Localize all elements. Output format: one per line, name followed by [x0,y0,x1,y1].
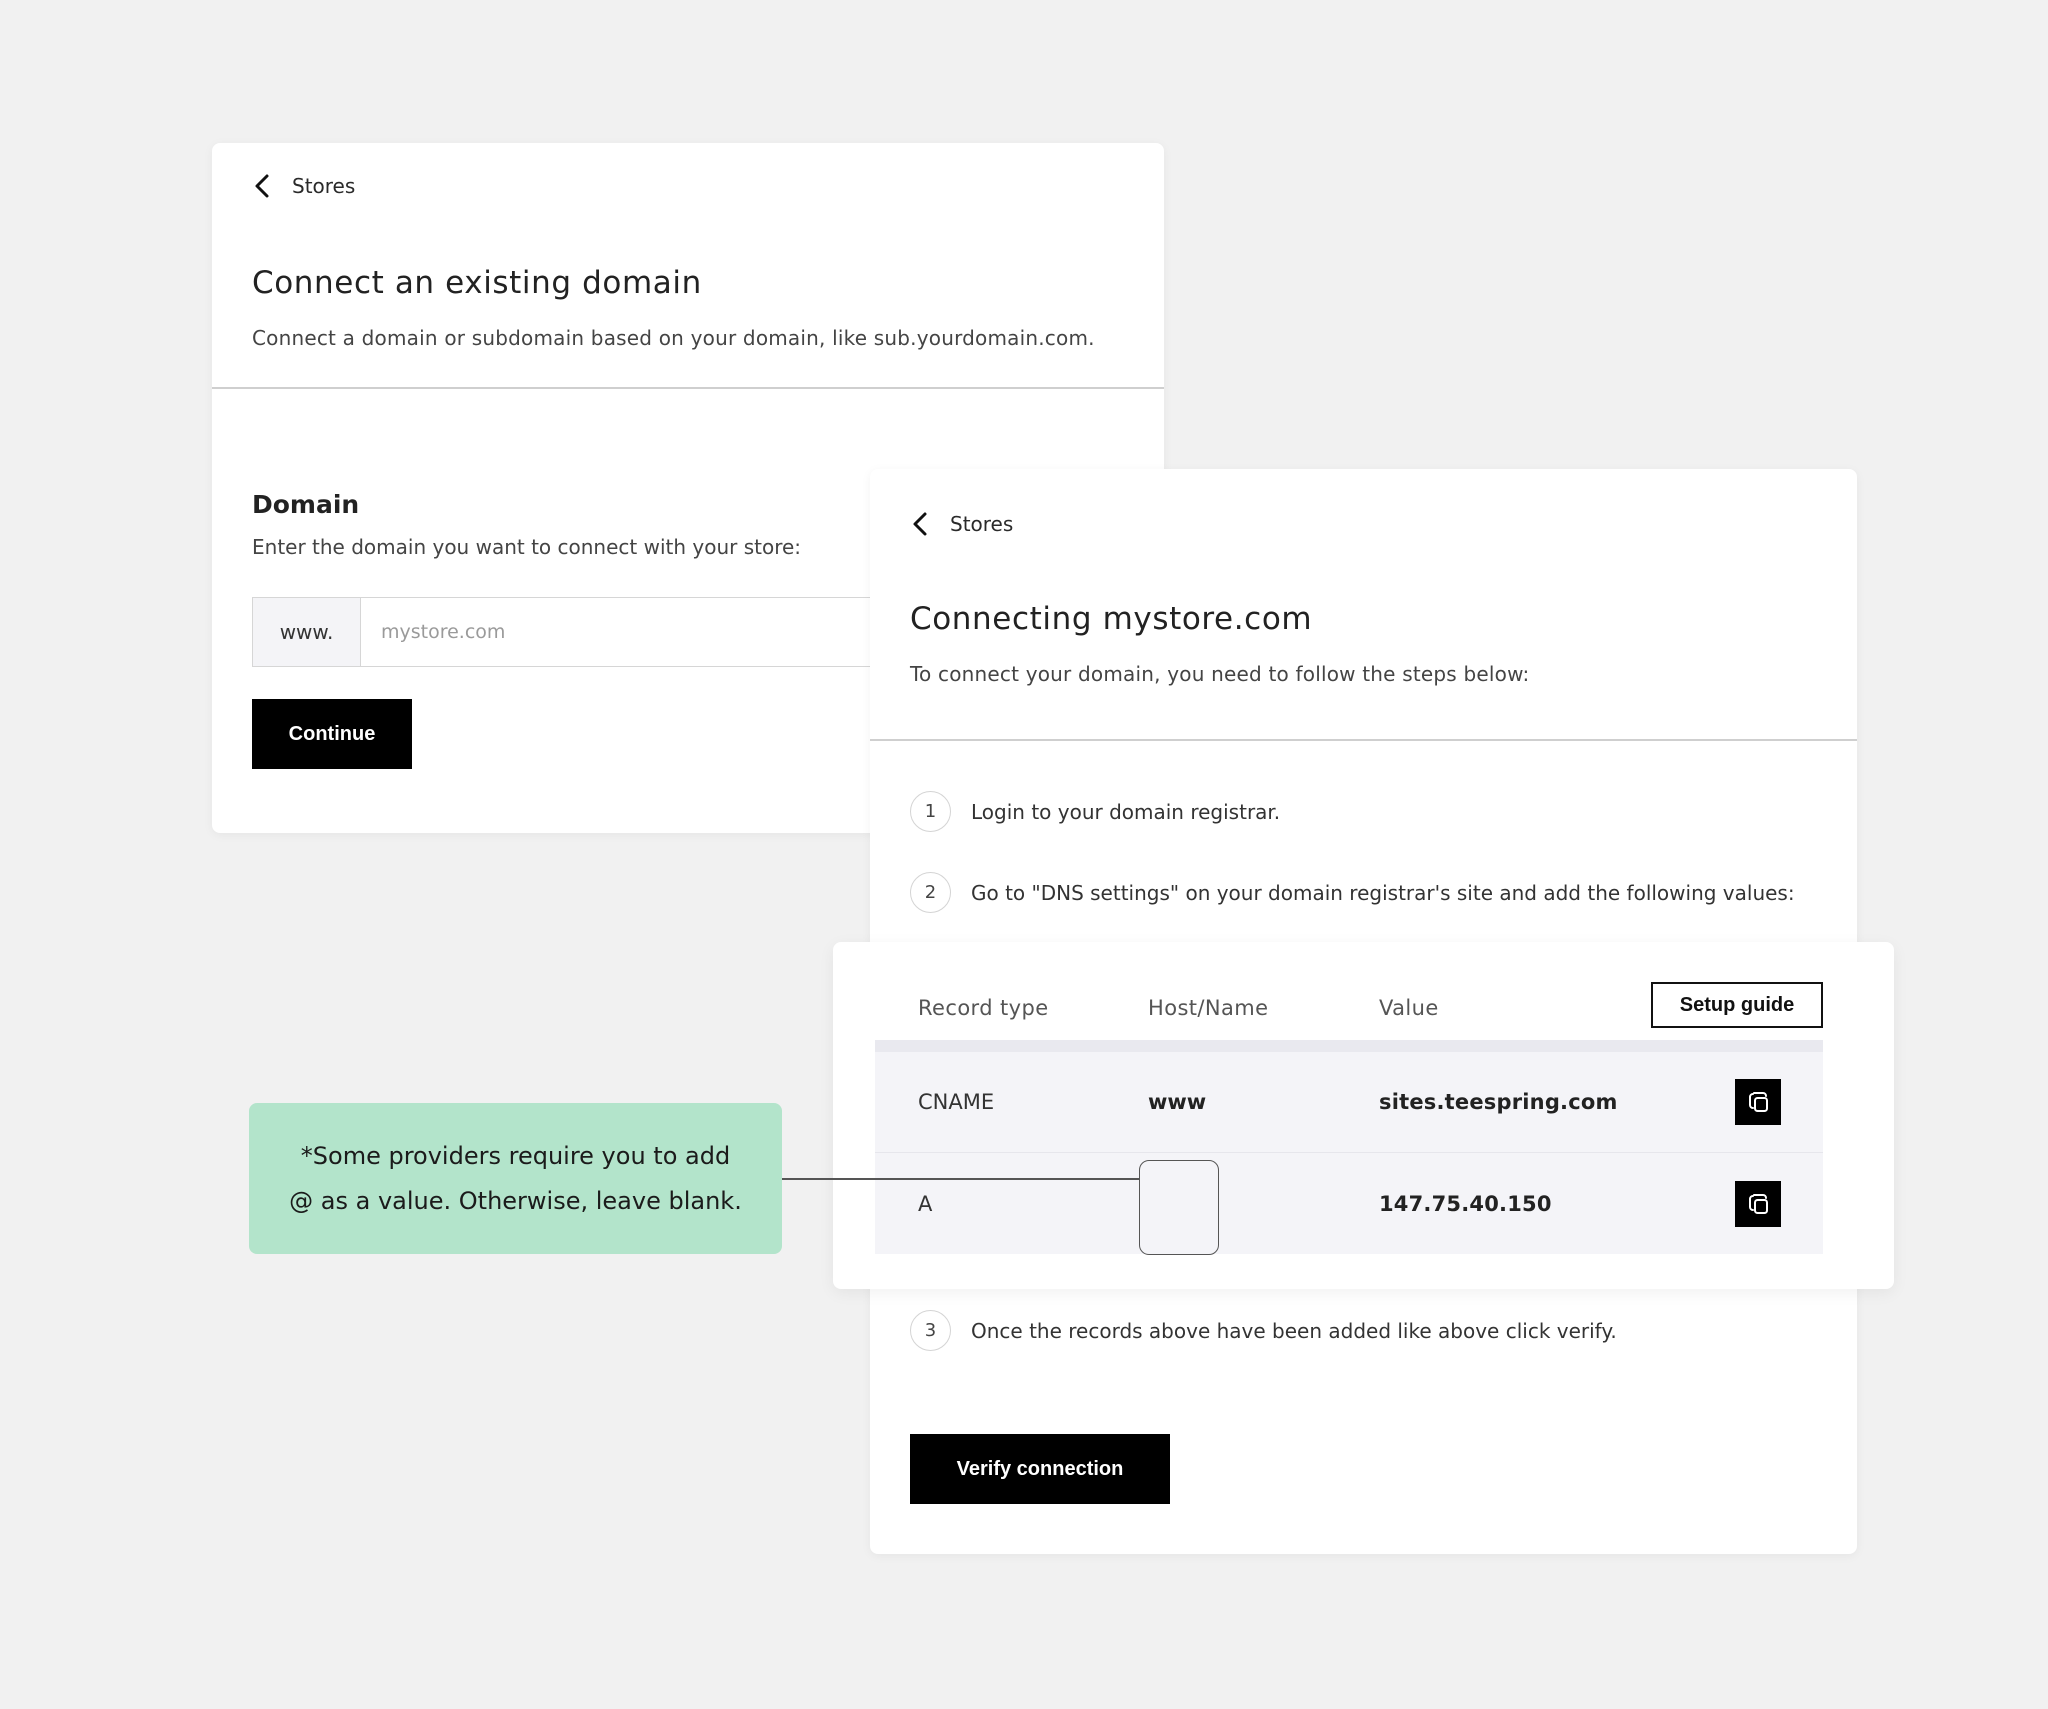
value-cell: 147.75.40.150 [1379,1191,1552,1216]
dns-records-panel: Record type Host/Name Value Setup guide … [833,942,1894,1289]
page-title: Connect an existing domain [252,265,702,301]
column-header-host: Host/Name [1148,996,1269,1020]
step-text: Once the records above have been added l… [971,1318,1617,1343]
blank-host-highlight [1139,1160,1219,1255]
copy-value-button[interactable] [1735,1079,1781,1125]
step-number: 2 [910,872,951,913]
divider [870,739,1857,741]
table-header-bar [875,1040,1823,1052]
chevron-left-icon [913,512,927,536]
page-title: Connecting mystore.com [910,601,1313,637]
table-row: A 147.75.40.150 [875,1153,1823,1254]
chevron-left-icon [255,174,269,198]
step-text: Login to your domain registrar. [971,799,1281,824]
value-cell: sites.teespring.com [1379,1090,1618,1114]
domain-section-title: Domain [252,490,360,519]
step-number: 1 [910,791,951,832]
host-cell: www [1148,1090,1207,1114]
dns-records-table: CNAME www sites.teespring.com A 147.75.4… [875,1040,1823,1254]
back-to-stores-link[interactable]: Stores [252,173,355,199]
step-item: 2 Go to "DNS settings" on your domain re… [910,872,1795,913]
step-number: 3 [910,1310,951,1351]
column-header-record-type: Record type [918,996,1049,1020]
page-subtitle: To connect your domain, you need to foll… [910,662,1530,686]
record-type-cell: A [918,1191,933,1216]
divider [212,387,1164,389]
record-type-cell: CNAME [918,1090,995,1114]
callout-note: *Some providers require you to add @ as … [249,1103,782,1254]
setup-guide-button[interactable]: Setup guide [1651,982,1823,1028]
step-item: 1 Login to your domain registrar. [910,791,1280,832]
back-to-stores-link[interactable]: Stores [910,511,1013,537]
column-header-value: Value [1379,996,1439,1020]
copy-value-button[interactable] [1735,1180,1781,1227]
callout-line-2: @ as a value. Otherwise, leave blank. [289,1186,742,1215]
back-label: Stores [292,174,356,198]
step-text: Go to "DNS settings" on your domain regi… [971,880,1795,905]
continue-button[interactable]: Continue [252,699,412,769]
back-label: Stores [950,512,1014,536]
verify-connection-button[interactable]: Verify connection [910,1434,1170,1504]
copy-icon [1749,1193,1768,1214]
copy-icon [1749,1092,1768,1112]
callout-line-1: *Some providers require you to add [300,1141,731,1170]
page-subtitle: Connect a domain or subdomain based on y… [252,326,1095,350]
step-item: 3 Once the records above have been added… [910,1310,1617,1351]
callout-connector-line [782,1178,1139,1180]
domain-prefix: www. [253,598,361,666]
domain-hint: Enter the domain you want to connect wit… [252,535,802,559]
table-row: CNAME www sites.teespring.com [875,1052,1823,1153]
